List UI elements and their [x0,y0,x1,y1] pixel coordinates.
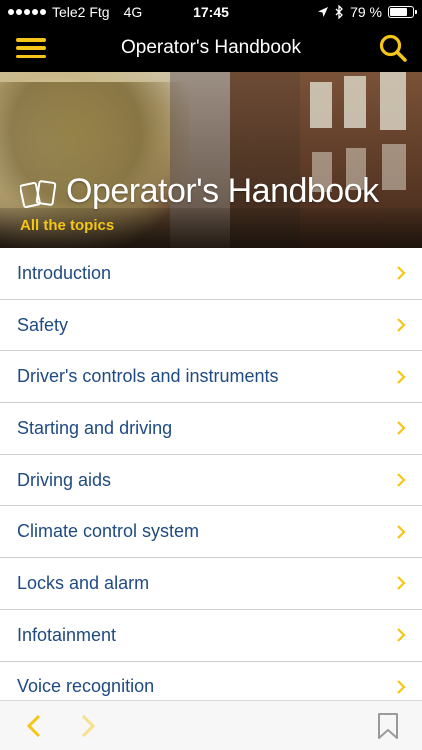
battery-icon [388,6,417,18]
chevron-right-icon[interactable] [78,714,98,738]
chevron-right-icon [397,628,406,642]
search-icon[interactable] [378,33,408,63]
bookmark-icon[interactable] [376,712,400,740]
chevron-right-icon [397,473,406,487]
battery-percent: 79 % [350,4,382,20]
topic-label: Starting and driving [17,417,173,438]
status-bar: Tele2 Ftg 4G 17:45 79 % [0,0,422,24]
chevron-left-icon[interactable] [24,714,44,738]
hamburger-menu-icon[interactable] [16,35,46,61]
status-left: Tele2 Ftg 4G [8,0,142,24]
list-item[interactable]: Locks and alarm [0,558,422,610]
hero-title: Operator's Handbook [66,172,379,210]
topic-list: Introduction Safety Driver's controls an… [0,248,422,714]
hero-subtitle: All the topics [20,217,115,234]
chevron-right-icon [397,680,406,694]
chevron-right-icon [397,421,406,436]
list-item[interactable]: Safety [0,299,422,352]
topic-label: Introduction [17,262,112,283]
list-item[interactable]: Introduction [0,248,422,300]
topic-label: Infotainment [17,624,117,645]
list-item[interactable]: Driving aids [0,454,422,507]
chevron-right-icon [397,266,406,281]
chevron-right-icon [397,369,406,384]
topic-label: Safety [17,314,69,335]
bottom-toolbar [0,700,422,750]
battery-fill [390,8,408,16]
chevron-right-icon [397,525,406,539]
location-arrow-icon [318,7,329,17]
topic-label: Driver's controls and instruments [17,366,279,387]
hero-banner: Operator's Handbook All the topics [0,72,422,248]
chevron-right-icon [397,576,406,591]
list-item[interactable]: Infotainment [0,609,422,662]
list-item[interactable]: Driver's controls and instruments [0,351,422,404]
nav-bar: Operator's Handbook [0,24,422,72]
topic-label: Climate control system [17,521,200,542]
carrier-name: Tele2 Ftg [52,4,110,20]
status-right: 79 % [317,0,417,24]
topic-label: Voice recognition [17,676,155,697]
topic-label: Driving aids [17,469,112,490]
network-type: 4G [123,4,143,20]
chevron-right-icon [397,318,406,332]
topic-label: Locks and alarm [17,572,150,593]
nav-title: Operator's Handbook [120,37,301,58]
pages-logo-icon [20,180,57,209]
signal-strength-icon [8,9,46,15]
list-item[interactable]: Climate control system [0,506,422,559]
list-item[interactable]: Starting and driving [0,403,422,455]
bluetooth-icon [335,5,343,19]
